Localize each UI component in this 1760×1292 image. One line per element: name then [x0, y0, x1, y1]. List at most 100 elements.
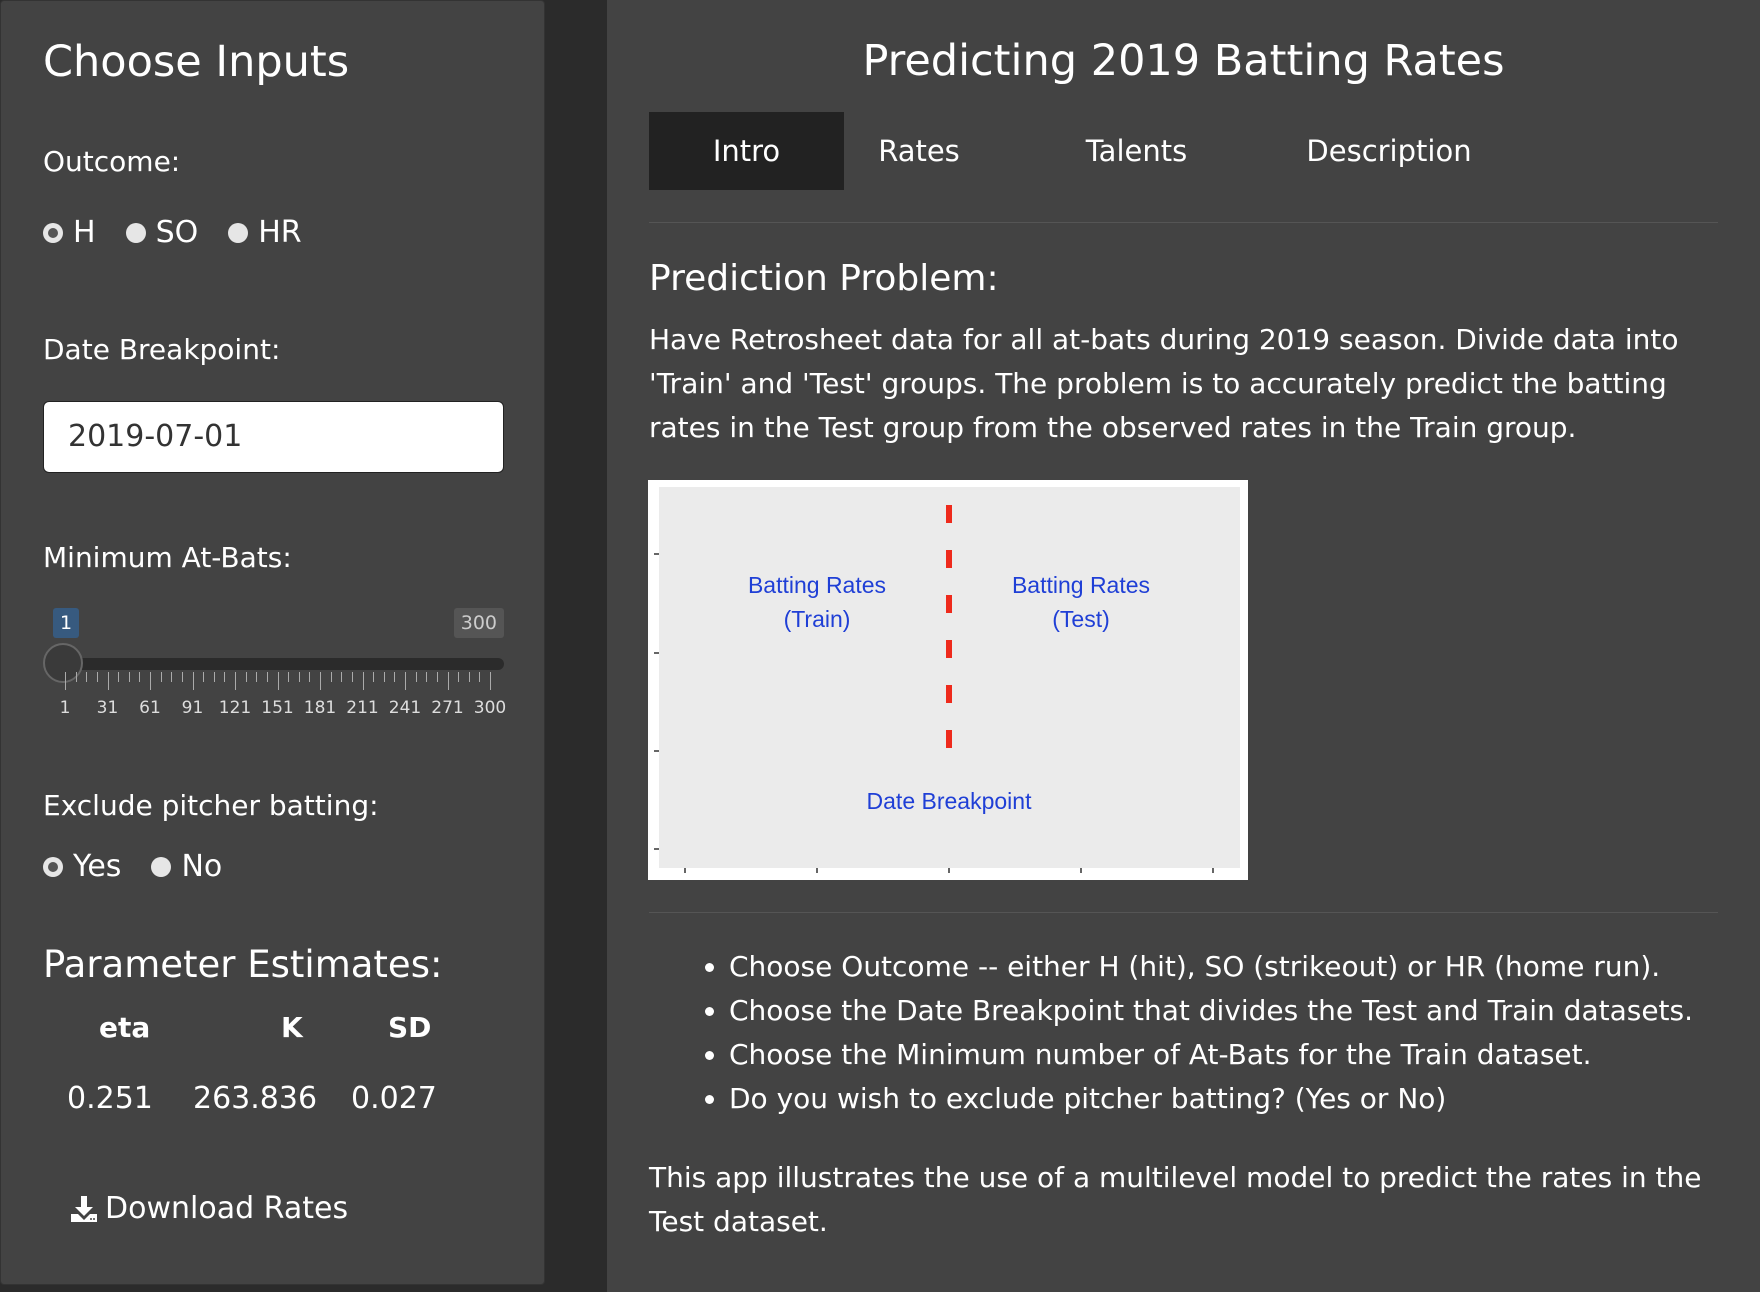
closing-paragraph: This app illustrates the use of a multil…: [649, 1161, 1702, 1238]
outcome-option-label: HR: [258, 215, 302, 250]
list-item: Choose the Minimum number of At-Bats for…: [729, 1033, 1693, 1077]
slider-tick: [426, 672, 428, 682]
slider-tick: [415, 672, 417, 682]
slider-tick-label: 31: [96, 698, 119, 718]
list-item: Choose the Date Breakpoint that divides …: [729, 989, 1693, 1033]
exclude-pitcher-label: Exclude pitcher batting:: [43, 789, 379, 822]
slider-tick: [256, 672, 258, 682]
radio-unselected-icon[interactable]: [125, 222, 146, 243]
min-at-bats-slider[interactable]: 1 300 1 31 61 91 121 151 181 211 241 271 300: [43, 606, 506, 726]
section-title: Prediction Problem:: [649, 258, 999, 299]
slider-tick: [330, 672, 332, 682]
slider-tick: [320, 672, 321, 690]
date-breakpoint-input[interactable]: 2019-07-01: [43, 401, 504, 473]
slider-tick: [224, 672, 226, 682]
slider-tick-label: 211: [346, 698, 379, 718]
sidebar-panel: Choose Inputs Outcome: H SO HR Date Brea…: [0, 0, 545, 1285]
slider-track[interactable]: [61, 658, 504, 670]
radio-selected-icon[interactable]: [43, 222, 63, 243]
slider-tick-label: 241: [388, 698, 422, 718]
exclude-pitcher-radio-group: Yes No: [43, 849, 252, 884]
slider-tick: [373, 672, 375, 682]
slider-tick: [341, 672, 343, 682]
slider-tick: [107, 672, 109, 690]
slider-tick-label: 181: [303, 698, 337, 718]
slider-tick: [203, 672, 205, 682]
outcome-option-h[interactable]: H: [43, 215, 96, 250]
slider-tick: [405, 672, 406, 690]
slider-ticks: 1 31 61 91 121 151 181 211 241 271 300: [60, 672, 506, 718]
content-divider: [649, 912, 1718, 913]
date-breakpoint-label: Date Breakpoint:: [43, 333, 281, 366]
radio-selected-icon[interactable]: [43, 856, 63, 877]
radio-unselected-icon[interactable]: [151, 856, 172, 877]
slider-tick: [245, 672, 247, 682]
slider-tick: [479, 672, 481, 682]
slider-tick: [75, 672, 77, 682]
table-header-cell: SD: [388, 1011, 432, 1044]
slider-tick: [65, 672, 66, 690]
radio-unselected-icon[interactable]: [228, 222, 249, 243]
outcome-option-label: SO: [155, 215, 199, 250]
table-cell: 0.027: [351, 1081, 437, 1116]
slider-tick: [351, 672, 353, 682]
slider-tick: [288, 672, 290, 682]
list-item: Do you wish to exclude pitcher batting? …: [729, 1077, 1693, 1121]
main-panel: Predicting 2019 Batting Rates Intro Rate…: [607, 0, 1760, 1292]
tab-description[interactable]: Description: [1289, 112, 1489, 190]
exclude-pitcher-option-yes[interactable]: Yes: [43, 849, 121, 884]
slider-tick: [309, 672, 311, 682]
slider-tick-label: 121: [218, 698, 252, 718]
slider-tick: [298, 672, 300, 682]
slider-tick: [277, 672, 279, 690]
tab-rates[interactable]: Rates: [849, 112, 989, 190]
min-at-bats-label: Minimum At-Bats:: [43, 541, 292, 574]
list-item: Choose Outcome -- either H (hit), SO (st…: [729, 945, 1693, 989]
slider-tick: [96, 672, 98, 682]
outcome-option-so[interactable]: SO: [125, 215, 199, 250]
download-rates-label: Download Rates: [105, 1191, 349, 1226]
slider-value-badge: 1: [53, 608, 80, 638]
slider-tick: [150, 672, 151, 690]
exclude-pitcher-option-label: No: [181, 849, 223, 884]
slider-tick: [490, 672, 491, 690]
slider-tick-label: 61: [139, 698, 161, 718]
exclude-pitcher-option-no[interactable]: No: [151, 849, 222, 884]
table-cell: 263.836: [193, 1081, 318, 1116]
slider-tick: [160, 672, 162, 682]
slider-tick-label: 300: [473, 698, 507, 718]
breakpoint-label: Date Breakpoint: [867, 788, 1033, 814]
tab-intro[interactable]: Intro: [649, 112, 844, 190]
outcome-label: Outcome:: [43, 145, 181, 178]
download-rates-button[interactable]: Download Rates: [69, 1191, 348, 1226]
slider-tick-label: 91: [181, 698, 204, 718]
instructions-list: Choose Outcome -- either H (hit), SO (st…: [649, 945, 1693, 1121]
slider-tick: [266, 672, 268, 682]
slider-tick: [139, 672, 141, 682]
breakpoint-figure: Batting Rates (Train) Batting Rates (Tes…: [648, 480, 1248, 880]
slider-tick-label: 151: [261, 698, 294, 718]
table-row: 0.251 263.836 0.027: [43, 1081, 463, 1141]
parameter-estimates-table: eta K SD 0.251 263.836 0.027: [43, 1011, 463, 1141]
tab-talents[interactable]: Talents: [1049, 112, 1224, 190]
intro-paragraph: Have Retrosheet data for all at-bats dur…: [649, 323, 1679, 444]
slider-tick-label: 1: [59, 698, 71, 718]
slider-tick: [235, 672, 236, 690]
table-header-cell: eta: [99, 1011, 151, 1044]
slider-tick: [436, 672, 438, 682]
table-header-cell: K: [281, 1011, 303, 1044]
slider-tick: [383, 672, 385, 682]
tab-bar: Intro Rates Talents Description: [649, 112, 1718, 223]
outcome-option-hr[interactable]: HR: [228, 215, 302, 250]
slider-max-badge: 300: [453, 608, 504, 638]
slider-tick: [181, 672, 183, 682]
slider-tick: [394, 672, 396, 682]
slider-tick: [192, 672, 194, 690]
sidebar-title: Choose Inputs: [43, 37, 350, 87]
slider-tick-label: 271: [431, 698, 464, 718]
exclude-pitcher-option-label: Yes: [73, 849, 122, 884]
slider-tick: [213, 672, 215, 682]
slider-tick: [128, 672, 130, 682]
outcome-option-label: H: [73, 215, 96, 250]
table-header-row: eta K SD: [43, 1011, 463, 1071]
